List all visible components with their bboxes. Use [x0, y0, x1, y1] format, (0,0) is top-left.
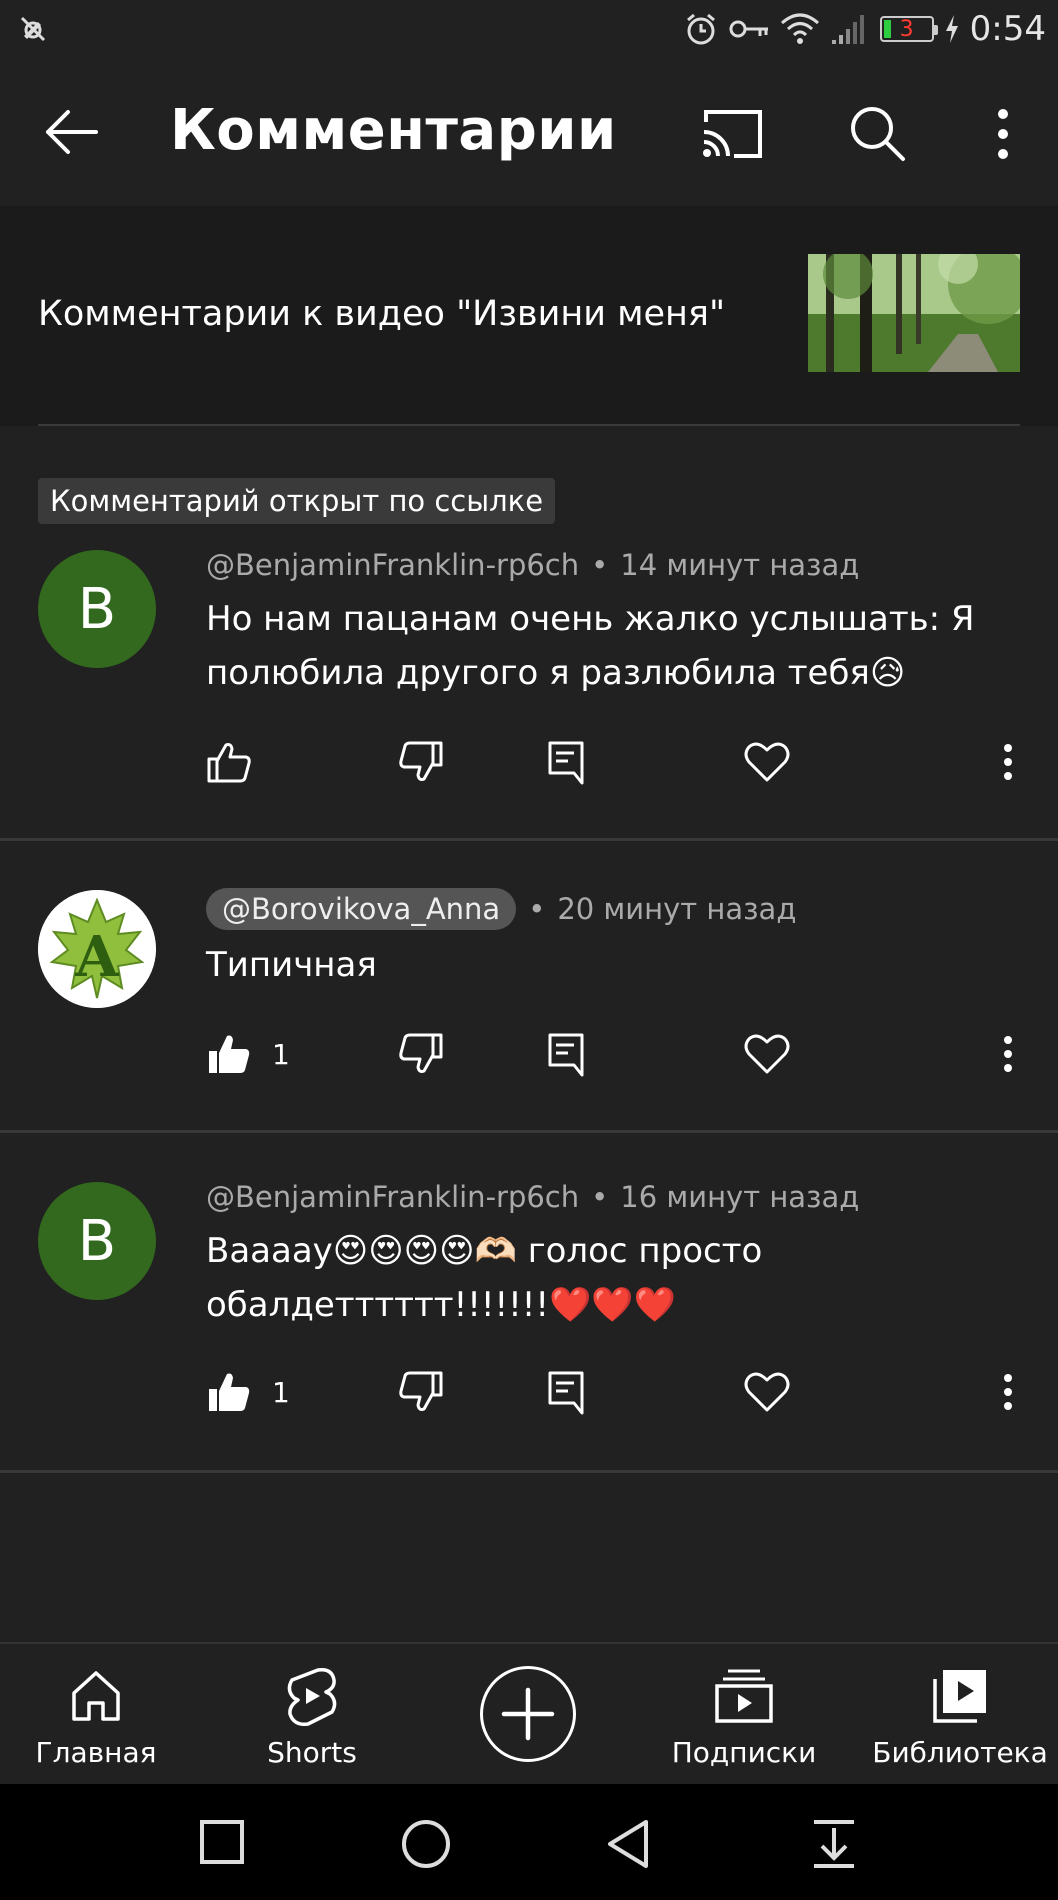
comment-more-button[interactable] [1000, 1362, 1016, 1422]
thumb-down-outline-icon [399, 1033, 443, 1073]
reply-comment-icon [548, 1033, 584, 1077]
comment-time: 20 минут назад [557, 892, 797, 926]
thumb-up-outline-icon [207, 743, 251, 783]
dislike-button[interactable] [398, 732, 444, 792]
video-thumbnail[interactable] [808, 254, 1020, 372]
clock: 0:54 [969, 9, 1046, 49]
video-header: Комментарии к видео "Извини меня" [0, 206, 1058, 426]
reply-button[interactable] [546, 1362, 586, 1422]
maple-leaf-logo: A [38, 890, 156, 1008]
linked-comment-label: Комментарий открыт по ссылке [38, 478, 556, 524]
back-arrow-icon[interactable] [40, 102, 100, 162]
comment-meta: @BenjaminFranklin-rp6ch • 16 минут назад [206, 1180, 860, 1214]
comment-time: 14 минут назад [620, 548, 860, 582]
notification-pull-icon[interactable] [810, 1818, 858, 1870]
heart-outline-icon [744, 1372, 790, 1412]
thumb-up-filled-icon [209, 1373, 250, 1411]
create-plus-icon [501, 1687, 555, 1741]
signal-icon [831, 15, 864, 44]
dislike-button[interactable] [398, 1024, 444, 1084]
status-bar: 3 0:54 [0, 0, 1058, 58]
reply-button[interactable] [546, 732, 586, 792]
heart-outline-icon [744, 742, 790, 782]
video-title: Комментарии к видео "Извини меня" [38, 294, 726, 334]
system-navigation-bar [0, 1784, 1058, 1900]
avatar[interactable]: B [38, 1182, 156, 1300]
thumb-down-outline-icon [399, 1371, 443, 1411]
more-vert-icon [1004, 1374, 1012, 1410]
nav-shorts[interactable]: Shorts [232, 1644, 392, 1786]
comment-item: A @Borovikova_Anna • 20 минут назад Типи… [0, 880, 1058, 1130]
battery-icon: 3 [879, 16, 938, 42]
comment-time: 16 минут назад [620, 1180, 860, 1214]
heart-button[interactable] [744, 1024, 790, 1084]
like-count: 1 [272, 1037, 290, 1071]
comment-text: Но нам пацанам очень жалко услышать: Я п… [206, 599, 975, 693]
page-title: Комментарии [170, 98, 617, 163]
comment-author[interactable]: @BenjaminFranklin-rp6ch [206, 1180, 579, 1214]
reply-button[interactable] [546, 1024, 586, 1084]
comment-text: Типичная [206, 945, 377, 985]
like-button[interactable]: 1 [206, 1024, 290, 1084]
comment-more-button[interactable] [1000, 732, 1016, 792]
create-button[interactable] [480, 1666, 576, 1762]
key-icon [729, 20, 768, 38]
thumb-down-outline-icon [399, 741, 443, 781]
bottom-navigation: Главная Shorts Подписки Библиотека [0, 1642, 1058, 1784]
avatar-letter: B [77, 576, 117, 642]
nav-library[interactable]: Библиотека [872, 1644, 1048, 1786]
reply-comment-icon [548, 1371, 584, 1415]
comment-author[interactable]: @BenjaminFranklin-rp6ch [206, 548, 579, 582]
thumb-up-filled-icon [209, 1035, 250, 1073]
notification-off-icon [20, 16, 46, 42]
like-button[interactable]: 1 [206, 1362, 290, 1422]
more-vert-icon[interactable] [988, 104, 1018, 164]
app-bar: Комментарии [0, 58, 1058, 206]
comment-meta: @Borovikova_Anna • 20 минут назад [206, 888, 796, 930]
nav-label: Библиотека [872, 1736, 1048, 1769]
more-vert-icon [1004, 744, 1012, 780]
nav-subscriptions[interactable]: Подписки [664, 1644, 824, 1786]
search-icon[interactable] [848, 104, 906, 162]
nav-label: Shorts [267, 1736, 357, 1769]
dislike-button[interactable] [398, 1362, 444, 1422]
nav-label: Подписки [671, 1736, 817, 1769]
nav-home[interactable]: Главная [16, 1644, 176, 1786]
comment-item: B @BenjaminFranklin-rp6ch • 14 минут наз… [0, 540, 1058, 840]
back-triangle-icon[interactable] [604, 1818, 652, 1870]
svg-text:A: A [74, 924, 120, 990]
avatar[interactable]: A [38, 890, 156, 1008]
comment-more-button[interactable] [1000, 1024, 1016, 1084]
library-icon [933, 1670, 986, 1723]
comment-author[interactable]: @Borovikova_Anna [206, 888, 517, 930]
like-button[interactable] [206, 732, 252, 792]
comment-text: Вааааy😍😍😍😍🫶🏻 голос просто обалдетттттт!!… [206, 1231, 763, 1325]
cast-icon[interactable] [700, 108, 764, 160]
home-icon [72, 1671, 120, 1721]
home-circle-icon[interactable] [400, 1818, 452, 1870]
subscriptions-icon [715, 1669, 773, 1723]
reply-comment-icon [548, 741, 584, 785]
comment-meta: @BenjaminFranklin-rp6ch • 14 минут назад [206, 548, 860, 582]
like-count: 1 [272, 1375, 290, 1409]
heart-outline-icon [744, 1034, 790, 1074]
comment-item: B @BenjaminFranklin-rp6ch • 16 минут наз… [0, 1172, 1058, 1472]
alarm-icon [686, 13, 715, 45]
avatar[interactable]: B [38, 550, 156, 668]
heart-button[interactable] [744, 1362, 790, 1422]
recents-square-icon[interactable] [198, 1818, 246, 1866]
heart-button[interactable] [744, 732, 790, 792]
shorts-icon [287, 1667, 337, 1726]
charging-icon [945, 15, 958, 43]
nav-label: Главная [35, 1736, 157, 1769]
wifi-icon [780, 13, 819, 44]
avatar-letter: B [77, 1208, 117, 1274]
more-vert-icon [1004, 1036, 1012, 1072]
battery-level: 3 [899, 16, 914, 42]
